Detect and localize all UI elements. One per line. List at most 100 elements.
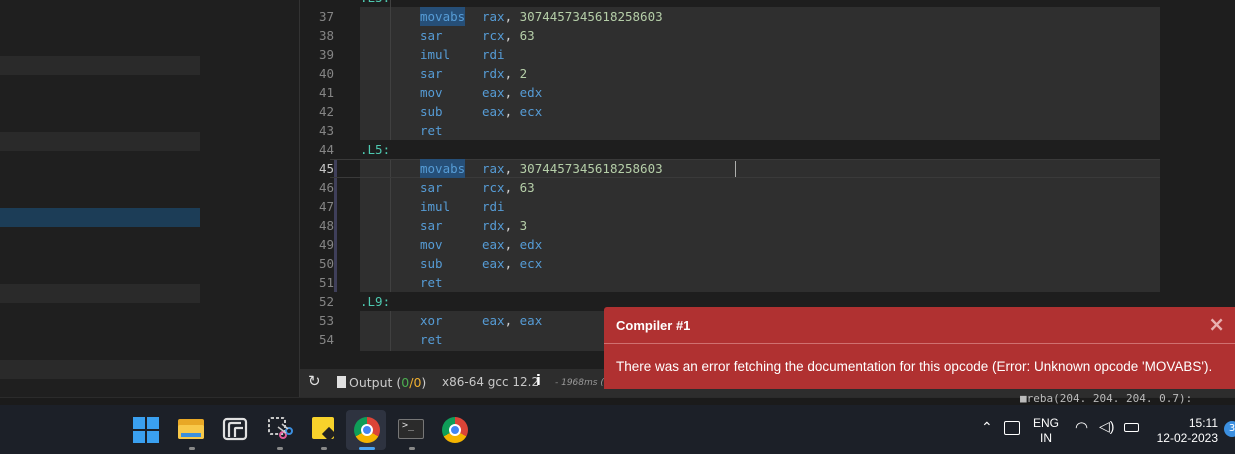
sticky-notes-icon[interactable] (310, 415, 338, 443)
asm-opcode[interactable]: sar (420, 178, 443, 197)
line-number: 45 (318, 161, 334, 176)
chrome-icon[interactable] (442, 417, 468, 443)
asm-operands: rcx, 63 (482, 28, 535, 43)
line-number: 41 (318, 85, 334, 100)
line-number: 39 (318, 47, 334, 62)
terminal-icon[interactable]: >_ (398, 415, 426, 443)
code-line[interactable]: 38 sar rcx, 63 (300, 26, 1235, 45)
asm-operands: eax, ecx (482, 104, 543, 119)
asm-opcode[interactable]: movabs (420, 159, 466, 178)
text-cursor (735, 161, 736, 177)
wifi-icon[interactable]: ◠ (1075, 418, 1088, 436)
volume-icon[interactable]: ◁) (1099, 418, 1114, 435)
asm-opcode[interactable]: mov (420, 235, 443, 254)
code-line[interactable]: 40 sar rdx, 2 (300, 64, 1235, 83)
asm-opcode[interactable]: xor (420, 311, 443, 330)
asm-operands: rdx, 2 (482, 66, 528, 81)
notification-header: Compiler #1 × (604, 307, 1235, 344)
line-number: 50 (318, 256, 334, 271)
file-explorer-icon[interactable] (178, 415, 206, 443)
left-panel-row[interactable] (0, 360, 200, 379)
chevron-up-icon[interactable]: ⌃ (981, 419, 993, 436)
active-indicator (359, 447, 375, 450)
line-number: 38 (318, 28, 334, 43)
asm-operands: eax, edx (482, 85, 543, 100)
asm-opcode[interactable]: sub (420, 102, 443, 121)
line-number: 51 (318, 275, 334, 290)
asm-opcode[interactable]: mov (420, 83, 443, 102)
battery-icon[interactable] (1124, 423, 1139, 432)
document-icon (337, 376, 346, 388)
code-line[interactable]: 45 movabs rax, 3074457345618258603 (300, 159, 1235, 178)
left-panel-row-selected[interactable] (0, 208, 200, 227)
notification-message: There was an error fetching the document… (616, 359, 1213, 374)
asm-label: .L9: (360, 294, 391, 309)
notification-title: Compiler #1 (616, 318, 691, 333)
code-line[interactable]: 37 movabs rax, 3074457345618258603 (300, 7, 1235, 26)
running-indicator (321, 447, 327, 450)
asm-operands: rcx, 63 (482, 180, 535, 195)
line-number: 48 (318, 218, 334, 233)
code-line[interactable]: 46 sar rcx, 63 (300, 178, 1235, 197)
windows-start-icon[interactable] (133, 417, 159, 443)
asm-opcode[interactable]: ret (420, 121, 443, 140)
asm-opcode[interactable]: sar (420, 26, 443, 45)
left-panel-row[interactable] (0, 56, 200, 75)
running-indicator (277, 447, 283, 450)
asm-opcode[interactable]: movabs (420, 7, 466, 26)
close-icon[interactable]: × (1208, 314, 1225, 334)
code-line[interactable]: 42 sub eax, ecx (300, 102, 1235, 121)
line-number: 53 (318, 313, 334, 328)
error-notification: Compiler #1 × There was an error fetchin… (604, 307, 1235, 389)
asm-opcode[interactable]: imul (420, 45, 450, 64)
keyboard-icon[interactable] (1004, 421, 1020, 435)
asm-opcode[interactable]: ret (420, 330, 443, 349)
asm-operands: rdx, 3 (482, 218, 528, 233)
left-panel-row[interactable] (0, 284, 200, 303)
clock[interactable]: 15:11 12-02-2023 (1156, 416, 1218, 446)
code-line[interactable]: 39 imul rdi (300, 45, 1235, 64)
refresh-icon[interactable]: ↻ (308, 372, 321, 390)
asm-operands: rax, 3074457345618258603 (482, 161, 663, 176)
line-number: 47 (318, 199, 334, 214)
line-number: 42 (318, 104, 334, 119)
output-button[interactable]: Output (0/0) (337, 375, 426, 390)
language-indicator[interactable]: ENG IN (1033, 416, 1059, 446)
line-number: 37 (318, 9, 334, 24)
left-panel (0, 0, 299, 400)
line-number: 44 (318, 142, 334, 157)
line-number: 54 (318, 332, 334, 347)
line-number: 52 (318, 294, 334, 309)
code-line[interactable]: 51 ret (300, 273, 1235, 292)
compiler-name: x86-64 gcc 12.2 (442, 375, 540, 389)
asm-opcode[interactable]: imul (420, 197, 450, 216)
code-line[interactable]: 41 mov eax, edx (300, 83, 1235, 102)
line-number: 46 (318, 180, 334, 195)
code-line[interactable]: 49 mov eax, edx (300, 235, 1235, 254)
asm-operands: rdi (482, 199, 505, 214)
asm-opcode[interactable]: sub (420, 254, 443, 273)
code-line[interactable]: 44 .L5: (300, 140, 1235, 159)
taskbar: >_ ⌃ ENG IN ◠ ◁) 15:11 12-02-2023 3 (0, 405, 1235, 454)
compile-timing: - 1968ms ( (555, 378, 604, 388)
code-line[interactable]: 50 sub eax, ecx (300, 254, 1235, 273)
line-number: 43 (318, 123, 334, 138)
line-number: 49 (318, 237, 334, 252)
snipping-tool-icon[interactable] (266, 415, 294, 443)
info-icon[interactable]: i (536, 373, 541, 389)
notification-badge[interactable]: 3 (1224, 421, 1235, 437)
asm-opcode[interactable]: sar (420, 216, 443, 235)
asm-operands: eax, eax (482, 313, 543, 328)
asm-opcode[interactable]: sar (420, 64, 443, 83)
line-number: 40 (318, 66, 334, 81)
asm-operands: rax, 3074457345618258603 (482, 9, 663, 24)
left-panel-row[interactable] (0, 132, 200, 151)
code-line[interactable]: 43 ret (300, 121, 1235, 140)
running-indicator (189, 447, 195, 450)
asm-operands: rdi (482, 47, 505, 62)
code-line[interactable]: 47 imul rdi (300, 197, 1235, 216)
code-line[interactable]: 48 sar rdx, 3 (300, 216, 1235, 235)
remote-desktop-icon[interactable] (221, 415, 249, 443)
asm-opcode[interactable]: ret (420, 273, 443, 292)
chrome-icon[interactable] (354, 417, 380, 443)
